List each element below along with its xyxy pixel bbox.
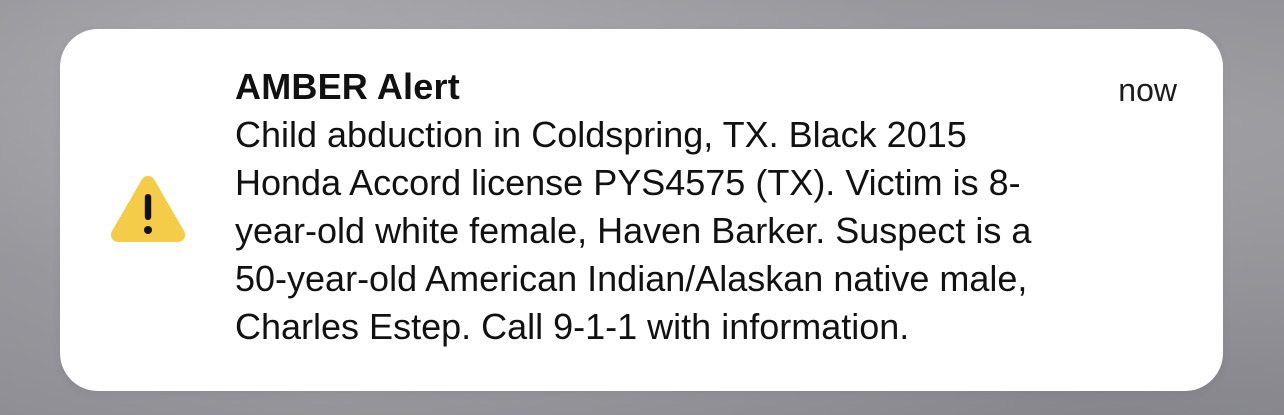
amber-alert-notification[interactable]: AMBER Alert now Child abduction in Colds… xyxy=(60,29,1223,391)
warning-triangle-icon xyxy=(108,172,188,246)
message-line: 50-year-old American Indian/Alaskan nati… xyxy=(235,258,1028,299)
message-line: Honda Accord license PYS4575 (TX). Victi… xyxy=(235,162,1021,203)
message-line: Child abduction in Coldspring, TX. Black… xyxy=(235,114,967,155)
notification-title: AMBER Alert xyxy=(235,66,460,107)
message-line: year-old white female, Haven Barker. Sus… xyxy=(235,210,1032,251)
notification-timestamp: now xyxy=(1118,72,1177,108)
message-line: Charles Estep. Call 9-1-1 with informati… xyxy=(235,306,910,347)
notification-message: Child abduction in Coldspring, TX. Black… xyxy=(235,111,1185,351)
